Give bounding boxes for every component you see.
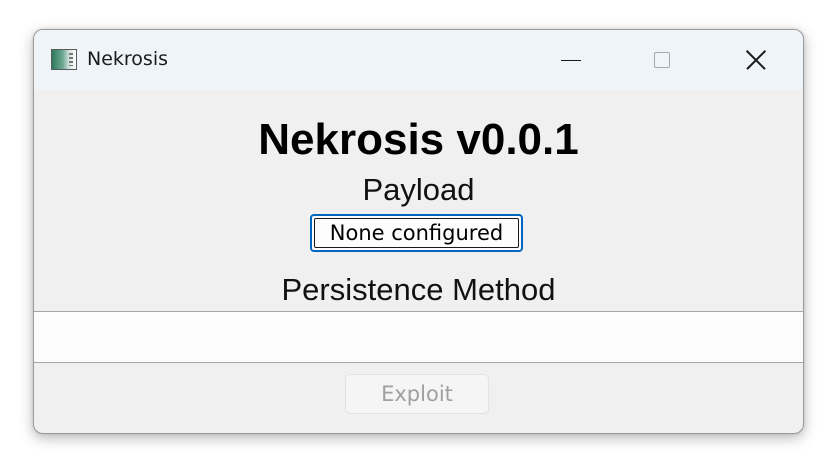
title-bar[interactable]: Nekrosis xyxy=(34,30,803,90)
app-window-icon xyxy=(51,49,77,70)
exploit-button[interactable]: Exploit xyxy=(345,374,489,414)
payload-select-button[interactable]: None configured xyxy=(310,214,523,252)
minimize-icon xyxy=(561,59,581,61)
app-title: Nekrosis v0.0.1 xyxy=(258,115,579,164)
persistence-method-label: Persistence Method xyxy=(281,272,556,307)
window-title: Nekrosis xyxy=(87,48,169,70)
close-button[interactable] xyxy=(716,30,796,90)
exploit-button-label: Exploit xyxy=(381,382,453,406)
payload-label: Payload xyxy=(362,172,475,207)
persistence-method-list[interactable] xyxy=(34,311,803,363)
maximize-button xyxy=(622,30,702,90)
maximize-icon xyxy=(654,52,670,68)
close-icon xyxy=(745,49,767,71)
payload-button-label: None configured xyxy=(329,221,504,245)
minimize-button[interactable] xyxy=(531,30,611,90)
app-window: Nekrosis Nekrosis v0.0.1 Payload None co… xyxy=(33,29,804,434)
